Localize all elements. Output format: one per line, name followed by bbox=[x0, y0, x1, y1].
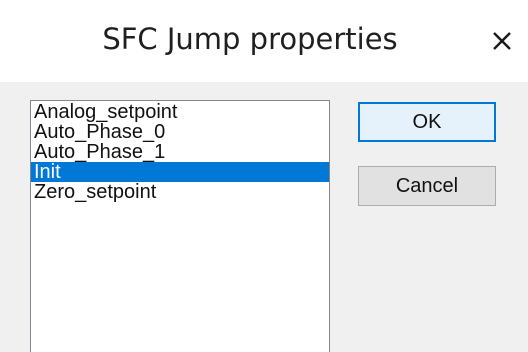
close-button[interactable] bbox=[480, 16, 524, 66]
dialog-client-area: Analog_setpoint Auto_Phase_0 Auto_Phase_… bbox=[0, 82, 528, 352]
cancel-button[interactable]: Cancel bbox=[358, 166, 496, 206]
title-bar: SFC Jump properties bbox=[0, 0, 528, 82]
list-item-init[interactable]: Init bbox=[31, 162, 329, 182]
list-item-auto-phase-0[interactable]: Auto_Phase_0 bbox=[31, 122, 329, 142]
list-item-auto-phase-1[interactable]: Auto_Phase_1 bbox=[31, 142, 329, 162]
close-icon bbox=[493, 32, 511, 50]
list-item-analog-setpoint[interactable]: Analog_setpoint bbox=[31, 102, 329, 122]
jump-target-listbox[interactable]: Analog_setpoint Auto_Phase_0 Auto_Phase_… bbox=[30, 100, 330, 352]
list-item-zero-setpoint[interactable]: Zero_setpoint bbox=[31, 182, 329, 202]
sfc-jump-properties-dialog: SFC Jump properties Analog_setpoint Auto… bbox=[0, 0, 528, 352]
dialog-title: SFC Jump properties bbox=[102, 22, 398, 56]
ok-button[interactable]: OK bbox=[358, 102, 496, 142]
